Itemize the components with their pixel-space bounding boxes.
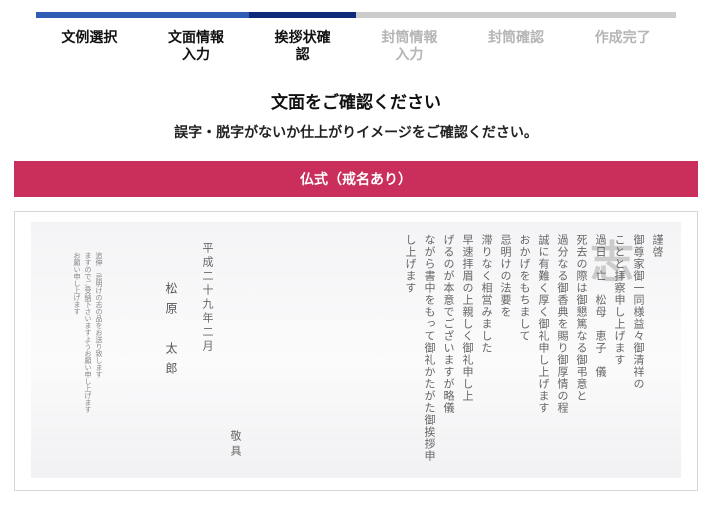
step-indicator: 文例選択 文面情報 入力 挨拶状確 認 封筒情報 入力 封筒確認 作成完了 bbox=[36, 30, 676, 64]
step-text-input: 文面情報 入力 bbox=[168, 30, 224, 63]
postscript-line: ますのでご受納下さいますようお願い申し上げます bbox=[84, 252, 92, 413]
letter-line: 早速拝眉の上親しく御礼申し上 bbox=[461, 234, 474, 402]
letter-body: 謹啓 御尊家御一同様益々御清祥の ことと拝察申し上げます 過日 亡 松母 恵子 … bbox=[401, 234, 667, 474]
template-type-banner: 仏式（戒名あり） bbox=[14, 161, 698, 197]
letter-line: し上げます bbox=[404, 234, 417, 294]
letter-line: ことと拝察申し上げます bbox=[613, 234, 626, 366]
letter-line: 滞りなく相営みました bbox=[480, 234, 493, 354]
step-envelope-confirm: 封筒確認 bbox=[488, 30, 545, 46]
letter-line: げるのが本意でございますが略儀 bbox=[442, 234, 455, 414]
page-title: 文面をご確認ください bbox=[271, 93, 441, 113]
letter-paper: 志 謹啓 御尊家御一同様益々御清祥の ことと拝察申し上げます 過日 亡 松母 恵… bbox=[31, 222, 681, 478]
progress-segment-1 bbox=[36, 12, 143, 18]
postscript-line: お願い申し上げます bbox=[73, 252, 81, 315]
step-example-select: 文例選択 bbox=[61, 30, 118, 46]
letter-line: おかげをもちまして bbox=[518, 234, 531, 342]
letter-line: ながら書中をもって御礼かたがた御挨拶申 bbox=[423, 234, 436, 462]
letter-preview: 志 謹啓 御尊家御一同様益々御清祥の ことと拝察申し上げます 過日 亡 松母 恵… bbox=[14, 211, 698, 491]
step-envelope-input: 封筒情報 入力 bbox=[381, 30, 438, 63]
letter-line: 過分なる御香典を賜り御厚情の程 bbox=[556, 234, 569, 414]
progress-segment-3 bbox=[249, 12, 357, 18]
template-type-label: 仏式（戒名あり） bbox=[300, 172, 412, 188]
letter-line: 忌明けの法要を bbox=[499, 234, 512, 318]
letter-line: 誠に有難く厚く御礼申し上げます bbox=[537, 234, 550, 414]
letter-signer: 松原 太郎 bbox=[164, 282, 178, 382]
progress-segment-6 bbox=[569, 12, 677, 18]
postscript-line: 追伸 忌明けの志の品をお送り致します bbox=[95, 252, 103, 378]
letter-line: 御尊家御一同様益々御清祥の bbox=[632, 234, 645, 390]
progress-segment-2 bbox=[142, 12, 250, 18]
letter-date: 平成二十九年二月 bbox=[201, 242, 214, 354]
letter-line: 過日 亡 松母 恵子 儀 bbox=[594, 234, 607, 378]
progress-segment-5 bbox=[462, 12, 570, 18]
page-instruction: 誤字・脱字がないか仕上がりイメージをご確認ください。 bbox=[174, 125, 538, 141]
step-complete: 作成完了 bbox=[594, 30, 651, 46]
letter-line: 死去の際は御懇篤なる御弔意と bbox=[575, 234, 588, 402]
letter-line: 謹啓 bbox=[651, 234, 664, 258]
letter-postscript: 追伸 忌明けの志の品をお送り致します ますのでご受納下さいますようお願い申し上げ… bbox=[71, 252, 104, 413]
letter-closing: 敬具 bbox=[229, 430, 242, 460]
step-greeting-confirm: 挨拶状確 認 bbox=[274, 30, 331, 63]
progress-segment-4 bbox=[356, 12, 463, 18]
progress-bar bbox=[36, 12, 677, 18]
